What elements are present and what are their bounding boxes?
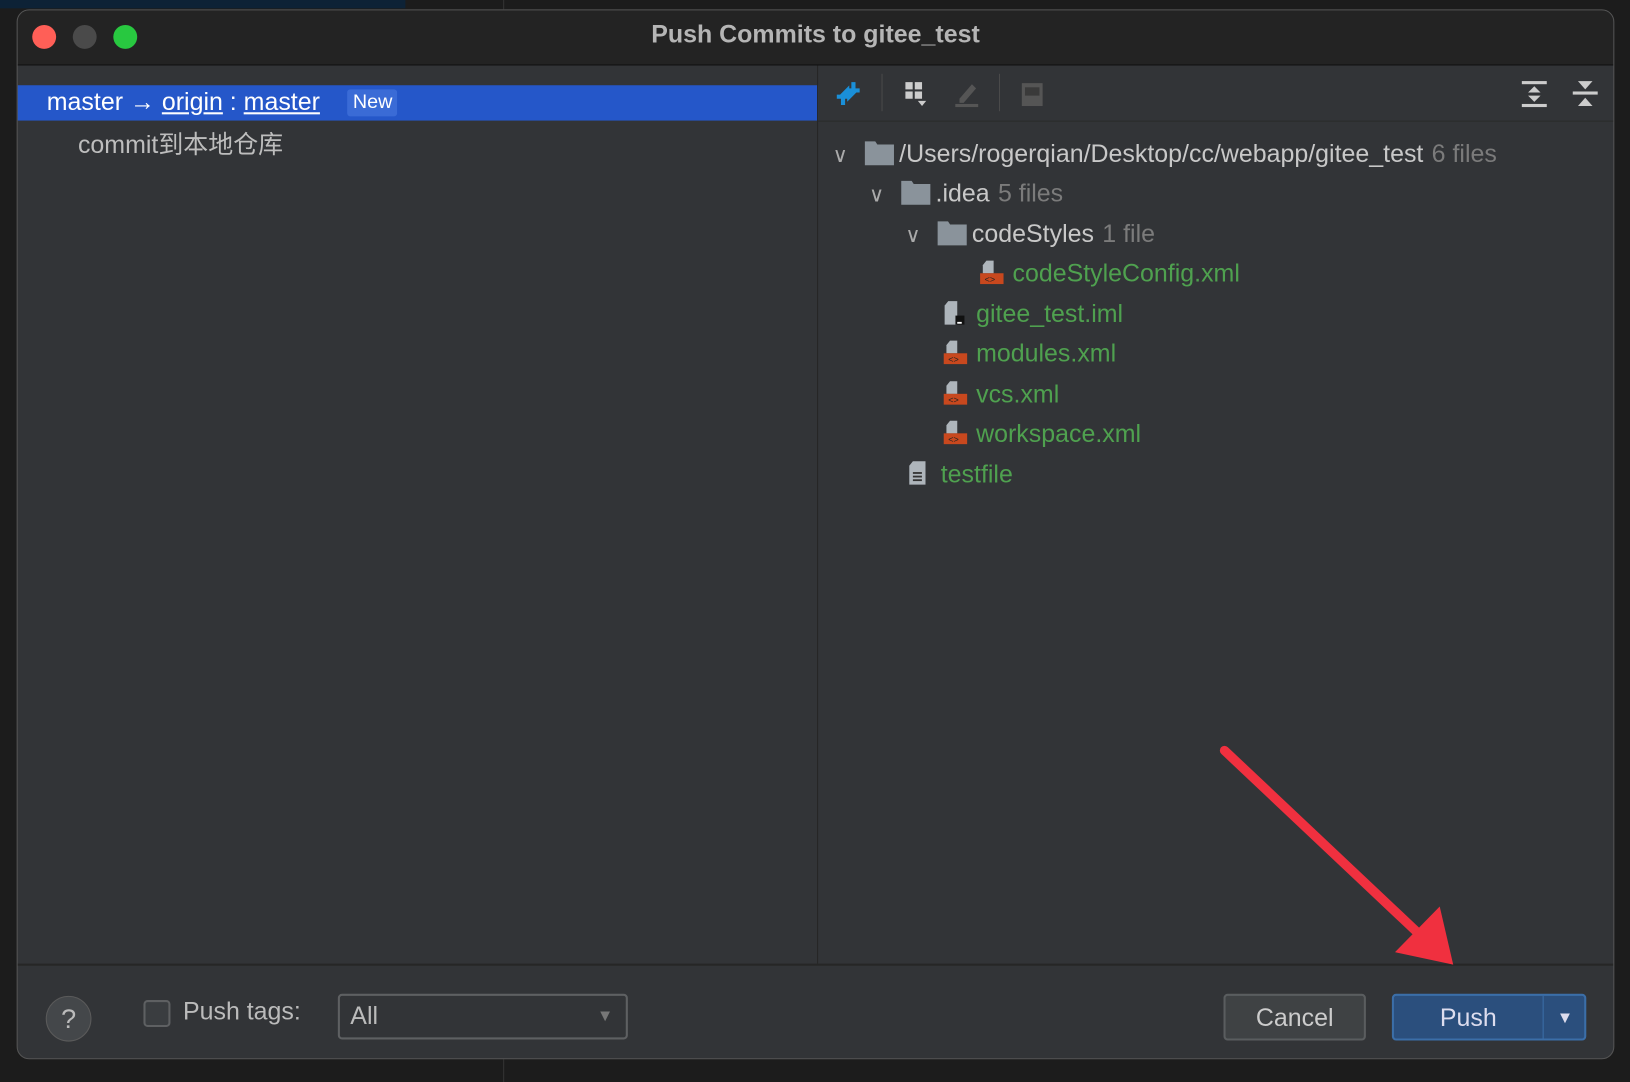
annotation-arrow-icon	[1219, 745, 1454, 965]
